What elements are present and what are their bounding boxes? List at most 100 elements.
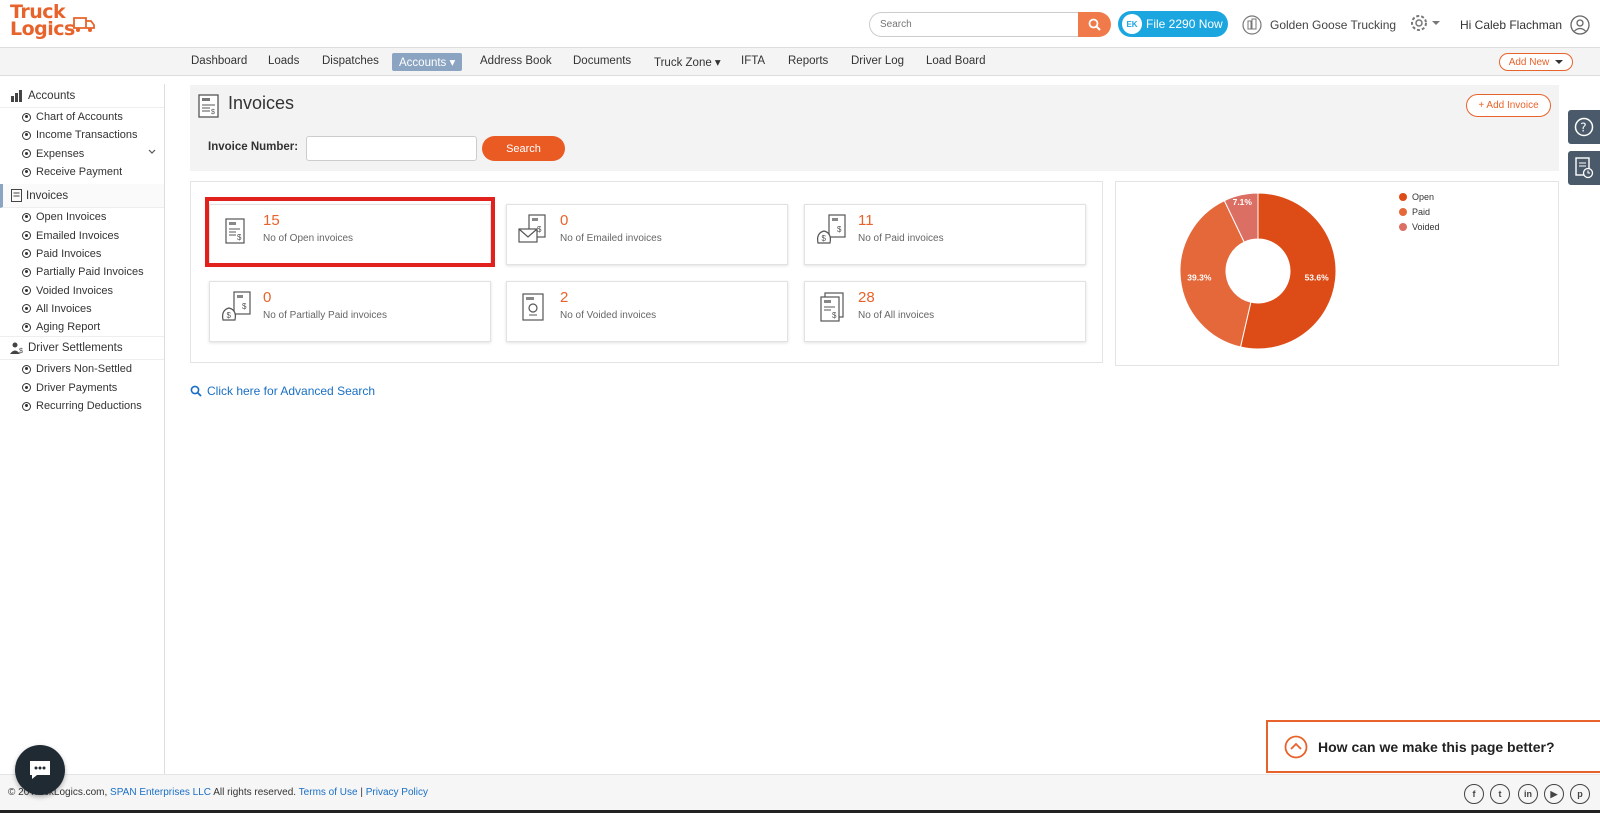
chat-icon: [30, 761, 50, 779]
facebook-icon[interactable]: f: [1464, 784, 1484, 804]
nav-load-board[interactable]: Load Board: [919, 53, 992, 69]
card-voided-invoices[interactable]: 2 No of Voided invoices: [506, 281, 788, 342]
sidebar-item-income-transactions[interactable]: Income Transactions: [0, 126, 164, 144]
sidebar-item-chart-of-accounts[interactable]: Chart of Accounts: [0, 108, 164, 126]
invoice-doc-icon: $: [225, 218, 245, 244]
sidebar-accounts-header[interactable]: Accounts: [0, 84, 164, 108]
terms-of-use-link[interactable]: Terms of Use: [299, 787, 358, 798]
feedback-widget[interactable]: How can we make this page better?: [1266, 720, 1600, 773]
file-2290-label: File 2290 Now: [1146, 17, 1223, 31]
notes-tab[interactable]: [1568, 151, 1600, 185]
card-all-invoices[interactable]: $ 28 No of All invoices: [804, 281, 1086, 342]
company-name: Golden Goose Trucking: [1270, 18, 1397, 32]
sidebar-item-label: Chart of Accounts: [36, 111, 123, 124]
sidebar-driver-settlements-header[interactable]: $ Driver Settlements: [0, 336, 164, 361]
footer-separator: |: [360, 787, 363, 798]
sidebar-item-label: All Invoices: [36, 302, 92, 315]
open-invoices-count: 15: [263, 212, 280, 229]
nav-ifta[interactable]: IFTA: [734, 53, 772, 69]
bullet-icon: [22, 130, 31, 140]
donut-chart-svg: 53.6% 39.3% 7.1% Open Paid Voided: [1179, 192, 1440, 350]
svg-text:$: $: [237, 233, 242, 242]
nav-truck-zone[interactable]: Truck Zone ▾: [647, 53, 728, 71]
sidebar-item-aging-report[interactable]: Aging Report: [0, 318, 164, 336]
expresstrucktax-badge: EK: [1122, 14, 1142, 34]
add-invoice-button[interactable]: + Add Invoice: [1466, 94, 1551, 117]
sidebar-item-open-invoices[interactable]: Open Invoices: [0, 208, 164, 226]
logo-line-2: Logics: [10, 18, 75, 40]
advanced-search-link[interactable]: Click here for Advanced Search: [190, 384, 375, 398]
span-enterprises-link[interactable]: SPAN Enterprises LLC: [110, 787, 211, 798]
chat-widget-button[interactable]: [15, 745, 65, 795]
trucklogics-logo[interactable]: Truck Logics: [10, 3, 95, 44]
svg-text:$: $: [537, 225, 542, 234]
add-new-label: Add New: [1508, 56, 1550, 68]
sidebar-item-all-invoices[interactable]: All Invoices: [0, 300, 164, 318]
add-new-button[interactable]: Add New: [1499, 53, 1573, 71]
caret-down-icon: [1432, 21, 1440, 25]
card-paid-invoices[interactable]: $ $ 11 No of Paid invoices: [804, 204, 1086, 265]
sidebar-item-paid-invoices[interactable]: Paid Invoices: [0, 245, 164, 263]
company-selector[interactable]: Golden Goose Trucking: [1242, 15, 1396, 35]
pinterest-icon[interactable]: p: [1570, 784, 1590, 804]
driver-settlement-icon: $: [10, 342, 23, 355]
user-greeting: Hi Caleb Flachman: [1460, 18, 1563, 32]
sidebar-item-label: Aging Report: [36, 321, 101, 334]
sidebar-item-label: Voided Invoices: [36, 284, 114, 297]
svg-text:?: ?: [1580, 121, 1586, 135]
invoice-search-button[interactable]: Search: [482, 136, 565, 161]
sidebar-item-driver-payments[interactable]: Driver Payments: [0, 379, 164, 397]
file-2290-button[interactable]: EK File 2290 Now: [1118, 11, 1228, 37]
privacy-policy-link[interactable]: Privacy Policy: [366, 787, 428, 798]
sidebar-item-emailed-invoices[interactable]: Emailed Invoices: [0, 226, 164, 244]
nav-address-book[interactable]: Address Book: [473, 53, 559, 69]
advanced-search-label: Click here for Advanced Search: [207, 384, 376, 398]
partially-paid-invoices-count: 0: [263, 289, 272, 306]
sidebar-invoices-label: Invoices: [26, 189, 69, 202]
sidebar-item-label: Emailed Invoices: [36, 229, 120, 242]
sidebar: Accounts Chart of Accounts Income Transa…: [0, 84, 165, 774]
card-open-invoices[interactable]: $ 15 No of Open invoices: [209, 204, 491, 265]
nav-driver-log[interactable]: Driver Log: [844, 53, 911, 69]
gear-icon: [1411, 15, 1427, 31]
legend-label-open[interactable]: Open: [1412, 192, 1434, 202]
sidebar-item-expenses[interactable]: Expenses: [0, 145, 164, 163]
sidebar-item-partially-paid-invoices[interactable]: Partially Paid Invoices: [0, 263, 164, 281]
footer-copyright: © 20TruckLogics.com, SPAN Enterprises LL…: [8, 787, 428, 798]
sidebar-item-voided-invoices[interactable]: Voided Invoices: [0, 281, 164, 299]
search-icon: [1088, 18, 1101, 31]
bullet-icon: [22, 167, 31, 177]
settings-menu[interactable]: [1409, 13, 1441, 33]
nav-loads[interactable]: Loads: [261, 53, 306, 69]
nav-documents[interactable]: Documents: [566, 53, 638, 69]
paid-invoices-label: No of Paid invoices: [858, 233, 944, 244]
sidebar-item-label: Receive Payment: [36, 166, 123, 179]
bullet-icon: [22, 231, 31, 241]
svg-text:$: $: [837, 225, 842, 234]
card-emailed-invoices[interactable]: $ 0 No of Emailed invoices: [506, 204, 788, 265]
nav-dispatches[interactable]: Dispatches: [315, 53, 386, 69]
invoice-number-input[interactable]: [306, 136, 477, 161]
nav-dashboard[interactable]: Dashboard: [184, 53, 254, 69]
emailed-invoices-count: 0: [560, 212, 569, 229]
nav-accounts[interactable]: Accounts ▾: [392, 53, 463, 71]
global-search-input[interactable]: [869, 12, 1079, 37]
global-search-button[interactable]: [1078, 12, 1111, 37]
help-tab[interactable]: ?: [1568, 110, 1600, 144]
twitter-icon[interactable]: t: [1490, 784, 1510, 804]
sidebar-accounts-label: Accounts: [28, 89, 76, 102]
linkedin-icon[interactable]: in: [1518, 784, 1538, 804]
legend-label-voided[interactable]: Voided: [1412, 222, 1440, 232]
legend-label-paid[interactable]: Paid: [1412, 207, 1430, 217]
nav-reports[interactable]: Reports: [781, 53, 835, 69]
sidebar-item-recurring-deductions[interactable]: Recurring Deductions: [0, 397, 164, 415]
all-invoices-icon: $: [820, 292, 844, 322]
sidebar-item-drivers-non-settled[interactable]: Drivers Non-Settled: [0, 360, 164, 378]
all-invoices-label: No of All invoices: [858, 310, 935, 321]
user-menu[interactable]: Hi Caleb Flachman: [1460, 15, 1590, 35]
card-partially-paid-invoices[interactable]: $ $ 0 No of Partially Paid invoices: [209, 281, 491, 342]
youtube-icon[interactable]: ▶: [1544, 784, 1564, 804]
search-icon: [190, 385, 202, 397]
sidebar-invoices-header[interactable]: Invoices: [0, 184, 164, 209]
sidebar-item-receive-payment[interactable]: Receive Payment: [0, 163, 164, 181]
